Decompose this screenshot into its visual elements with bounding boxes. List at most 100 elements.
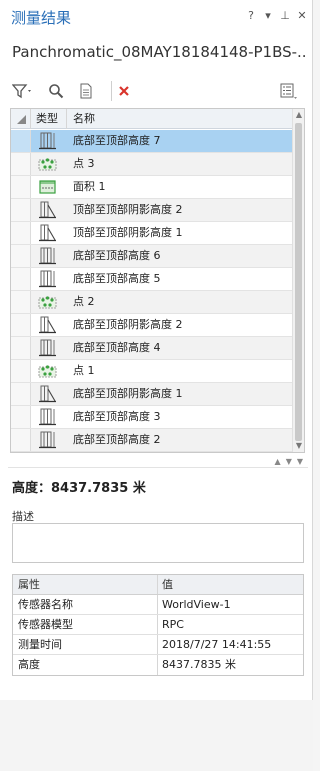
table-row[interactable]: 点 1 xyxy=(11,360,293,383)
table-row[interactable]: 底部至顶部高度 3 xyxy=(11,406,293,429)
scroll-down-icon[interactable]: ▼ xyxy=(293,440,304,452)
attribute-table-header: 属性 值 xyxy=(13,575,303,595)
area-icon xyxy=(38,178,58,196)
toolbar-separator xyxy=(111,81,112,101)
attribute-name: 测量时间 xyxy=(18,638,62,651)
table-row[interactable]: 底部至顶部高度 2 xyxy=(11,429,293,452)
next-record-icon[interactable]: ▼ xyxy=(286,457,292,466)
row-name: 底部至顶部阴影高度 1 xyxy=(73,387,183,400)
shadow-height-icon xyxy=(38,316,58,334)
shadow-height-icon xyxy=(38,201,58,219)
column-options-button[interactable] xyxy=(278,80,300,102)
row-name: 点 1 xyxy=(73,364,95,377)
row-header[interactable] xyxy=(11,268,31,290)
attribute-value: 2018/7/27 14:41:55 xyxy=(162,638,272,651)
column-divider xyxy=(157,635,158,654)
zoom-to-button[interactable] xyxy=(46,80,66,102)
row-header[interactable] xyxy=(11,291,31,313)
pane-bottom-area xyxy=(0,700,313,771)
row-header[interactable] xyxy=(11,130,31,152)
table-row[interactable]: 底部至顶部阴影高度 1 xyxy=(11,383,293,406)
grid-header: 类型 名称 xyxy=(11,109,293,129)
row-name: 顶部至顶部阴影高度 2 xyxy=(73,203,183,216)
help-icon[interactable]: ? xyxy=(246,9,256,22)
pin-icon[interactable]: ⊥ xyxy=(280,9,290,22)
table-row[interactable]: 底部至顶部高度 5 xyxy=(11,268,293,291)
pane-menu-icon[interactable]: ▾ xyxy=(263,9,273,22)
point-icon xyxy=(38,293,58,311)
row-header[interactable] xyxy=(11,314,31,336)
attribute-row: 传感器名称 WorldView-1 xyxy=(13,595,303,615)
image-name: Panchromatic_08MAY18184148-P1BS-... xyxy=(12,43,308,61)
filter-icon xyxy=(12,84,31,99)
attribute-row: 高度 8437.7835 米 xyxy=(13,655,303,675)
row-header[interactable] xyxy=(11,337,31,359)
row-name: 底部至顶部阴影高度 2 xyxy=(73,318,183,331)
selected-height-summary: 高度：8437.7835 米 xyxy=(12,481,146,496)
export-icon xyxy=(80,83,92,99)
row-header[interactable] xyxy=(11,360,31,382)
attribute-column-header: 属性 xyxy=(18,578,40,591)
attribute-table: 属性 值 传感器名称 WorldView-1 传感器模型 RPC 测量时间 2018/7/… xyxy=(12,574,304,676)
row-name: 点 3 xyxy=(73,157,95,170)
row-name: 底部至顶部高度 4 xyxy=(73,341,161,354)
row-header[interactable] xyxy=(11,176,31,198)
table-row[interactable]: 底部至顶部高度 6 xyxy=(11,245,293,268)
delete-icon xyxy=(119,86,129,96)
table-row[interactable]: 点 2 xyxy=(11,291,293,314)
attribute-value: WorldView-1 xyxy=(162,598,231,611)
description-field[interactable] xyxy=(12,523,304,563)
row-header[interactable] xyxy=(11,406,31,428)
height-base-icon xyxy=(38,132,58,150)
previous-record-icon[interactable]: ▲ xyxy=(275,457,281,466)
row-name: 底部至顶部高度 2 xyxy=(73,433,161,446)
value-column-header: 值 xyxy=(162,578,173,591)
height-base-icon xyxy=(38,431,58,449)
last-record-icon[interactable]: ▼ xyxy=(297,457,303,466)
grid-vertical-scrollbar[interactable]: ▲ ▼ xyxy=(292,109,304,452)
row-name: 点 2 xyxy=(73,295,95,308)
table-row[interactable]: 点 3 xyxy=(11,153,293,176)
height-base-icon xyxy=(38,408,58,426)
pane-title: 测量结果 xyxy=(11,9,72,27)
table-row[interactable]: 面积 1 xyxy=(11,176,293,199)
row-header[interactable] xyxy=(11,429,31,451)
column-header-name[interactable]: 名称 xyxy=(68,109,95,129)
column-divider xyxy=(157,655,158,675)
column-header-type[interactable]: 类型 xyxy=(32,109,67,129)
row-header[interactable] xyxy=(11,153,31,175)
table-row[interactable]: 顶部至顶部阴影高度 1 xyxy=(11,222,293,245)
table-row[interactable]: 顶部至顶部阴影高度 2 xyxy=(11,199,293,222)
description-label: 描述 xyxy=(12,510,34,523)
row-header[interactable] xyxy=(11,383,31,405)
height-base-icon xyxy=(38,339,58,357)
row-header[interactable] xyxy=(11,222,31,244)
delete-button[interactable] xyxy=(114,80,134,102)
corner-triangle-icon xyxy=(17,115,26,124)
attribute-name: 传感器模型 xyxy=(18,618,73,631)
row-header[interactable] xyxy=(11,245,31,267)
column-options-icon xyxy=(280,83,297,99)
row-name: 底部至顶部高度 7 xyxy=(73,134,161,147)
attribute-row: 传感器模型 RPC xyxy=(13,615,303,635)
scroll-thumb[interactable] xyxy=(295,123,302,441)
filter-button[interactable] xyxy=(10,80,36,102)
results-grid: 类型 名称 底部至顶部高度 7 点 3 面积 1 顶部至顶部阴影高度 2 顶部至顶部阴影… xyxy=(10,108,305,453)
row-name: 底部至顶部高度 3 xyxy=(73,410,161,423)
scroll-up-icon[interactable]: ▲ xyxy=(293,109,304,121)
select-all-corner[interactable] xyxy=(11,109,31,129)
export-button[interactable] xyxy=(76,80,96,102)
close-icon[interactable]: ✕ xyxy=(297,9,307,22)
row-header[interactable] xyxy=(11,199,31,221)
row-name: 底部至顶部高度 5 xyxy=(73,272,161,285)
table-row[interactable]: 底部至顶部阴影高度 2 xyxy=(11,314,293,337)
zoom-to-icon xyxy=(49,84,64,99)
measurement-results-pane: 测量结果 ? ▾ ⊥ ✕ Panchromatic_08MAY18184148-… xyxy=(0,0,313,700)
table-row[interactable]: 底部至顶部高度 7 xyxy=(11,130,293,153)
row-name: 面积 1 xyxy=(73,180,106,193)
table-row[interactable]: 底部至顶部高度 4 xyxy=(11,337,293,360)
row-name: 顶部至顶部阴影高度 1 xyxy=(73,226,183,239)
height-base-icon xyxy=(38,270,58,288)
attribute-value: 8437.7835 米 xyxy=(162,658,236,671)
row-name: 底部至顶部高度 6 xyxy=(73,249,161,262)
